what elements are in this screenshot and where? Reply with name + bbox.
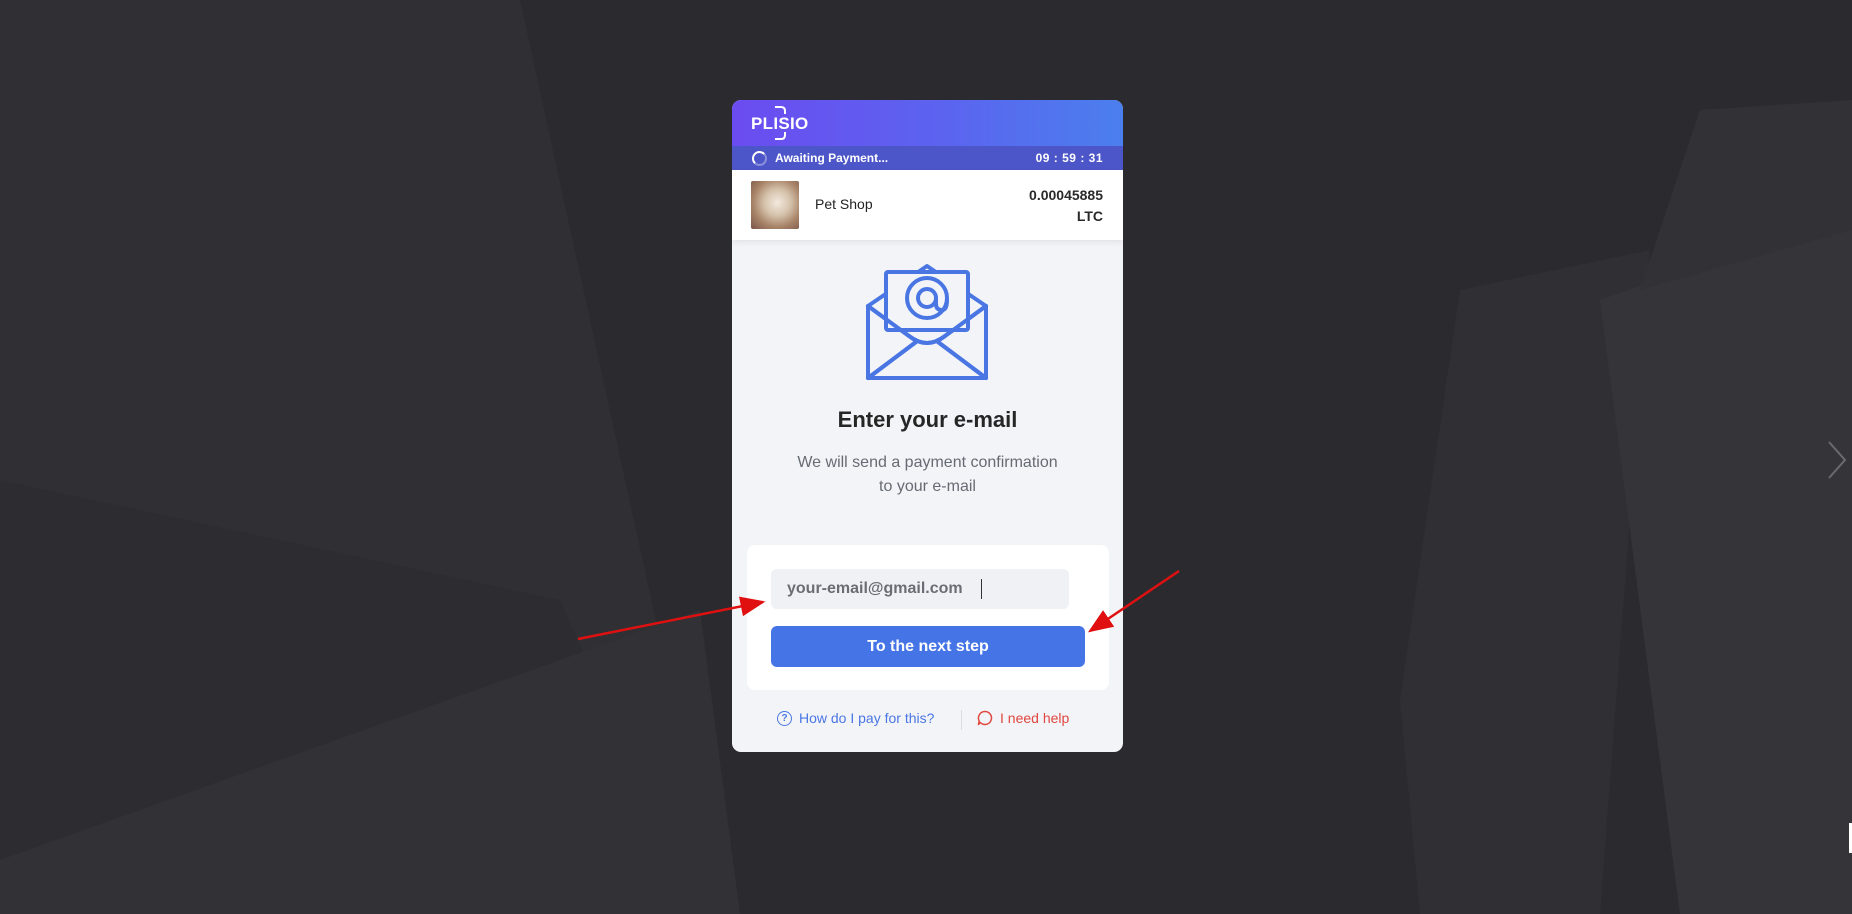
envelope-at-icon — [866, 264, 988, 380]
countdown-timer: 09 : 59 : 31 — [1035, 151, 1103, 165]
merchant-name: Pet Shop — [815, 196, 873, 212]
need-help-label: I need help — [1000, 710, 1070, 726]
payment-widget: PLISIO Awaiting Payment... 09 : 59 : 31 … — [732, 100, 1123, 752]
email-step-title: Enter your e-mail — [837, 407, 1018, 432]
footer-divider — [961, 710, 962, 730]
payment-amount: 0.00045885 LTC — [1029, 185, 1103, 227]
merchant-row: Pet Shop 0.00045885 LTC — [732, 170, 1123, 240]
amount-value: 0.00045885 — [1029, 187, 1103, 203]
how-to-pay-link[interactable]: ? How do I pay for this? — [777, 710, 934, 726]
text-caret — [981, 579, 982, 599]
widget-header: PLISIO — [732, 100, 1123, 146]
plisio-logo: PLISIO — [751, 114, 809, 133]
question-circle-icon: ? — [777, 710, 792, 726]
payment-status-bar: Awaiting Payment... 09 : 59 : 31 — [732, 146, 1123, 170]
subtitle-line: to your e-mail — [879, 478, 976, 495]
subtitle-line: We will send a payment confirmation — [797, 454, 1058, 471]
email-form: To the next step — [747, 545, 1109, 690]
chevron-right-icon[interactable] — [1826, 440, 1848, 480]
spinner-icon — [752, 151, 767, 166]
payment-status-text: Awaiting Payment... — [775, 151, 889, 165]
next-step-button[interactable]: To the next step — [771, 626, 1085, 667]
chat-bubble-icon — [977, 710, 993, 726]
need-help-link[interactable]: I need help — [977, 710, 1069, 726]
merchant-image — [751, 181, 799, 229]
amount-currency: LTC — [1076, 208, 1103, 224]
email-step-subtitle: We will send a payment confirmation to y… — [777, 451, 1078, 499]
how-to-pay-label: How do I pay for this? — [799, 710, 935, 726]
email-field[interactable] — [771, 569, 1069, 609]
footer-links: ? How do I pay for this? I need help — [732, 710, 1123, 730]
